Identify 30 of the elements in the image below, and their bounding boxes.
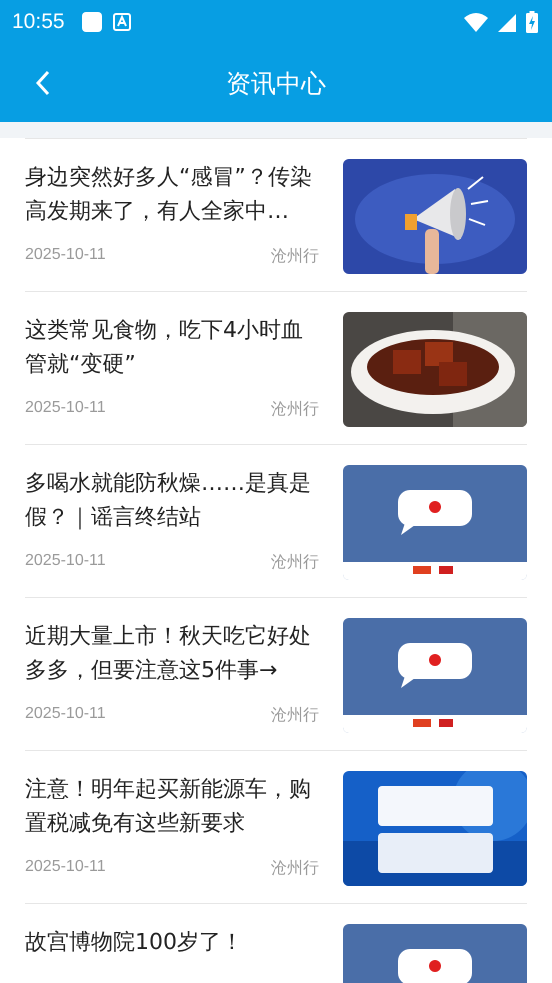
article-source: 沧州行	[271, 246, 319, 267]
article-item[interactable]: 故宫博物院100岁了！	[25, 903, 527, 983]
back-icon[interactable]	[35, 70, 51, 96]
article-date: 2025-10-11	[25, 552, 106, 571]
wifi-icon	[464, 12, 488, 32]
article-source: 沧州行	[271, 858, 319, 879]
signal-icon	[498, 12, 516, 32]
article-date: 2025-10-11	[25, 705, 106, 724]
article-title: 注意！明年起买新能源车，购置税减免有这些新要求	[25, 776, 312, 838]
article-item[interactable]: 多喝水就能防秋燥……是真是假？｜谣言终结站 2025-10-11 沧州行	[25, 444, 527, 597]
article-source: 沧州行	[271, 552, 319, 573]
article-date: 2025-10-11	[25, 858, 106, 877]
article-source: 沧州行	[271, 400, 319, 420]
article-item[interactable]: 这类常见食物，吃下4小时血管就“变硬” 2025-10-11 沧州行	[25, 291, 527, 444]
article-title: 身边突然好多人“感冒”？传染高发期来了，有人全家中…	[25, 164, 313, 226]
article-title: 故宫博物院100岁了！	[25, 929, 244, 957]
article-item[interactable]: 注意！明年起买新能源车，购置税减免有这些新要求 2025-10-11 沧州行	[25, 750, 527, 903]
article-title: 近期大量上市！秋天吃它好处多多，但要注意这5件事→	[25, 623, 312, 685]
app-notification-icon	[112, 13, 131, 31]
article-item[interactable]: 身边突然好多人“感冒”？传染高发期来了，有人全家中… 2025-10-11 沧州行	[25, 138, 527, 291]
notification-icon	[80, 11, 103, 33]
page-title: 资讯中心	[226, 68, 326, 100]
article-source: 沧州行	[271, 706, 319, 726]
article-title: 多喝水就能防秋燥……是真是假？｜谣言终结站	[25, 470, 312, 532]
status-time: 10:55	[12, 10, 65, 34]
article-item[interactable]: 近期大量上市！秋天吃它好处多多，但要注意这5件事→ 2025-10-11 沧州行	[25, 597, 527, 750]
article-date: 2025-10-11	[25, 399, 106, 418]
article-date: 2025-10-11	[25, 246, 106, 265]
battery-icon	[526, 11, 538, 33]
article-title: 这类常见食物，吃下4小时血管就“变硬”	[25, 317, 304, 379]
